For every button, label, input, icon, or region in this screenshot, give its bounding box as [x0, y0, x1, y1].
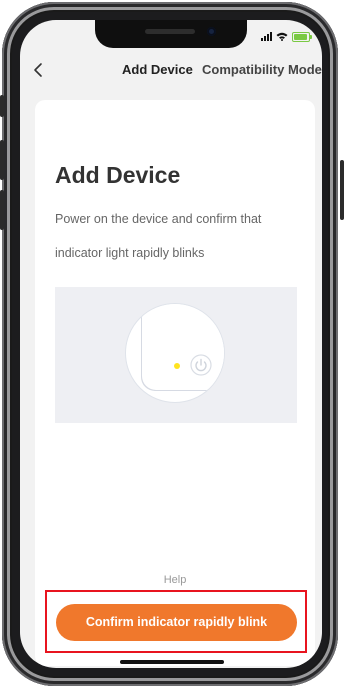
back-chevron-icon[interactable]: [32, 62, 46, 78]
wifi-icon: [276, 32, 288, 41]
volume-down-button: [0, 190, 4, 230]
device-image: [125, 303, 225, 403]
app-screen: Add Device Compatibility Mode Add Device…: [20, 20, 322, 668]
page-title: Add Device: [122, 62, 193, 77]
help-link[interactable]: Help: [35, 574, 315, 586]
status-bar: [261, 32, 312, 42]
front-camera: [207, 27, 216, 36]
confirm-indicator-button[interactable]: Confirm indicator rapidly blink: [56, 604, 297, 641]
indicator-light: [174, 363, 180, 369]
mute-switch: [0, 95, 4, 117]
add-device-card: Add Device Power on the device and confi…: [35, 100, 315, 666]
home-indicator[interactable]: [120, 660, 224, 664]
notch: [95, 20, 247, 48]
speaker: [145, 29, 195, 34]
device-illustration: [55, 287, 297, 423]
power-icon: [190, 354, 212, 376]
card-title: Add Device: [55, 162, 181, 188]
volume-up-button: [0, 140, 4, 180]
instruction-text: Power on the device and confirm that ind…: [55, 212, 262, 260]
battery-icon: [292, 32, 312, 42]
side-power-button: [340, 160, 344, 220]
compatibility-mode-link[interactable]: Compatibility Mode: [202, 62, 322, 77]
signal-icon: [261, 32, 272, 41]
nav-bar: Add Device Compatibility Mode: [20, 56, 322, 84]
device-plate: [142, 304, 224, 390]
